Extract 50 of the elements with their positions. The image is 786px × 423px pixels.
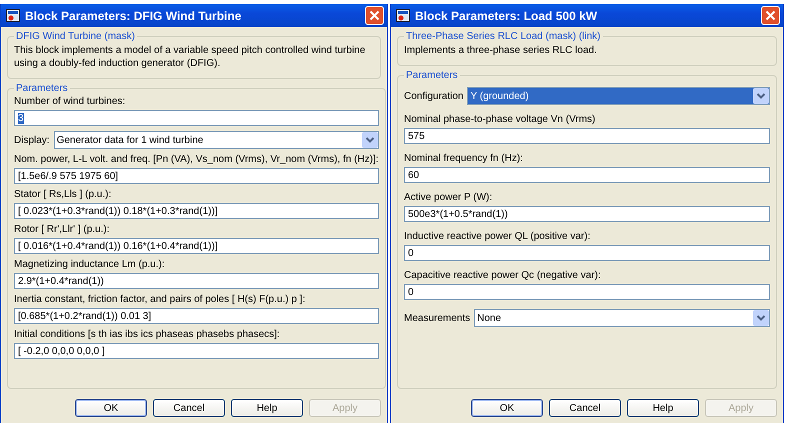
field-label: Nominal frequency fn (Hz): [404,153,524,164]
group-legend: Parameters [14,83,70,94]
field-label: Display: [14,134,50,146]
block-icon [6,9,20,22]
dropdown[interactable]: None [474,309,770,327]
close-icon [369,10,380,21]
field-label: Capacitive reactive power Qc (negative var): [404,270,602,281]
input-field[interactable]: 3 [14,110,379,126]
dialog-button[interactable]: OK [471,399,543,417]
input-field[interactable]: 2.9*(1+0.4*rand(1)) [14,273,379,289]
field-label: Initial conditions [s th ias ibs ics phaseas phasebs phasecs]: [14,329,281,340]
block-icon [396,9,410,22]
field-label: Active power P (W): [404,192,494,203]
dialog-button[interactable]: Help [627,399,699,417]
group-legend: Three-Phase Series RLC Load (mask) (link) [404,31,603,42]
dropdown[interactable]: Y (grounded) [467,87,770,105]
field-label: Inductive reactive power QL (positive var): [404,231,592,242]
field-label: Configuration [404,90,464,102]
input-field[interactable]: [ -0.2,0 0,0,0 0,0,0 ] [14,343,379,359]
input-field[interactable]: 575 [404,128,770,144]
close-button[interactable] [761,6,780,25]
dialog-button[interactable]: Cancel [153,399,225,417]
window-title: Block Parameters: Load 500 kW [415,8,598,22]
field-label: Rotor [ Rr',Llr' ] (p.u.): [14,224,111,235]
group-legend: DFIG Wind Turbine (mask) [14,31,137,42]
input-field[interactable]: 500e3*(1+0.5*rand(1)) [404,206,770,222]
close-icon [765,10,776,21]
field-label: Inertia constant, friction factor, and pairs of poles [ H(s) F(p.u.) p ]: [14,294,306,305]
input-field[interactable]: [1.5e6/.9 575 1975 60] [14,168,379,184]
field-label: Magnetizing inductance Lm (p.u.): [14,259,166,270]
input-field[interactable]: 60 [404,167,770,183]
field-label: Number of wind turbines: [14,96,126,107]
window-title: Block Parameters: DFIG Wind Turbine [25,8,242,22]
dropdown[interactable]: Generator data for 1 wind turbine [54,131,379,149]
input-field[interactable]: 0 [404,245,770,261]
field-label: Nom. power, L-L volt. and freq. [Pn (VA), Vs_nom (Vrms), Vr_nom (Vrms), fn (Hz)]: [14,154,379,165]
close-button[interactable] [365,6,384,25]
input-field[interactable]: [0.685*(1+0.2*rand(1)) 0.01 3] [14,308,379,324]
input-field[interactable]: [ 0.023*(1+0.3*rand(1)) 0.18*(1+0.3*rand(1))] [14,203,379,219]
dialog-button[interactable]: Help [231,399,303,417]
input-field[interactable]: 0 [404,284,770,300]
field-label: Measurements [404,312,470,324]
field-label: Stator [ Rs,Lls ] (p.u.): [14,189,112,200]
description-text: This block implements a model of a variable speed pitch controlled wind turbine using a doubly-fed induction generator (DFIG). [14,44,366,70]
field-label: Nominal phase-to-phase voltage Vn (Vrms) [404,114,596,125]
dialog-button[interactable]: Cancel [549,399,621,417]
input-field[interactable]: [ 0.016*(1+0.4*rand(1)) 0.16*(1+0.4*rand(1))] [14,238,379,254]
description-text: Implements a three-phase series RLC load. [404,44,598,57]
dialog-button[interactable]: OK [75,399,147,417]
group-legend: Parameters [404,70,460,81]
